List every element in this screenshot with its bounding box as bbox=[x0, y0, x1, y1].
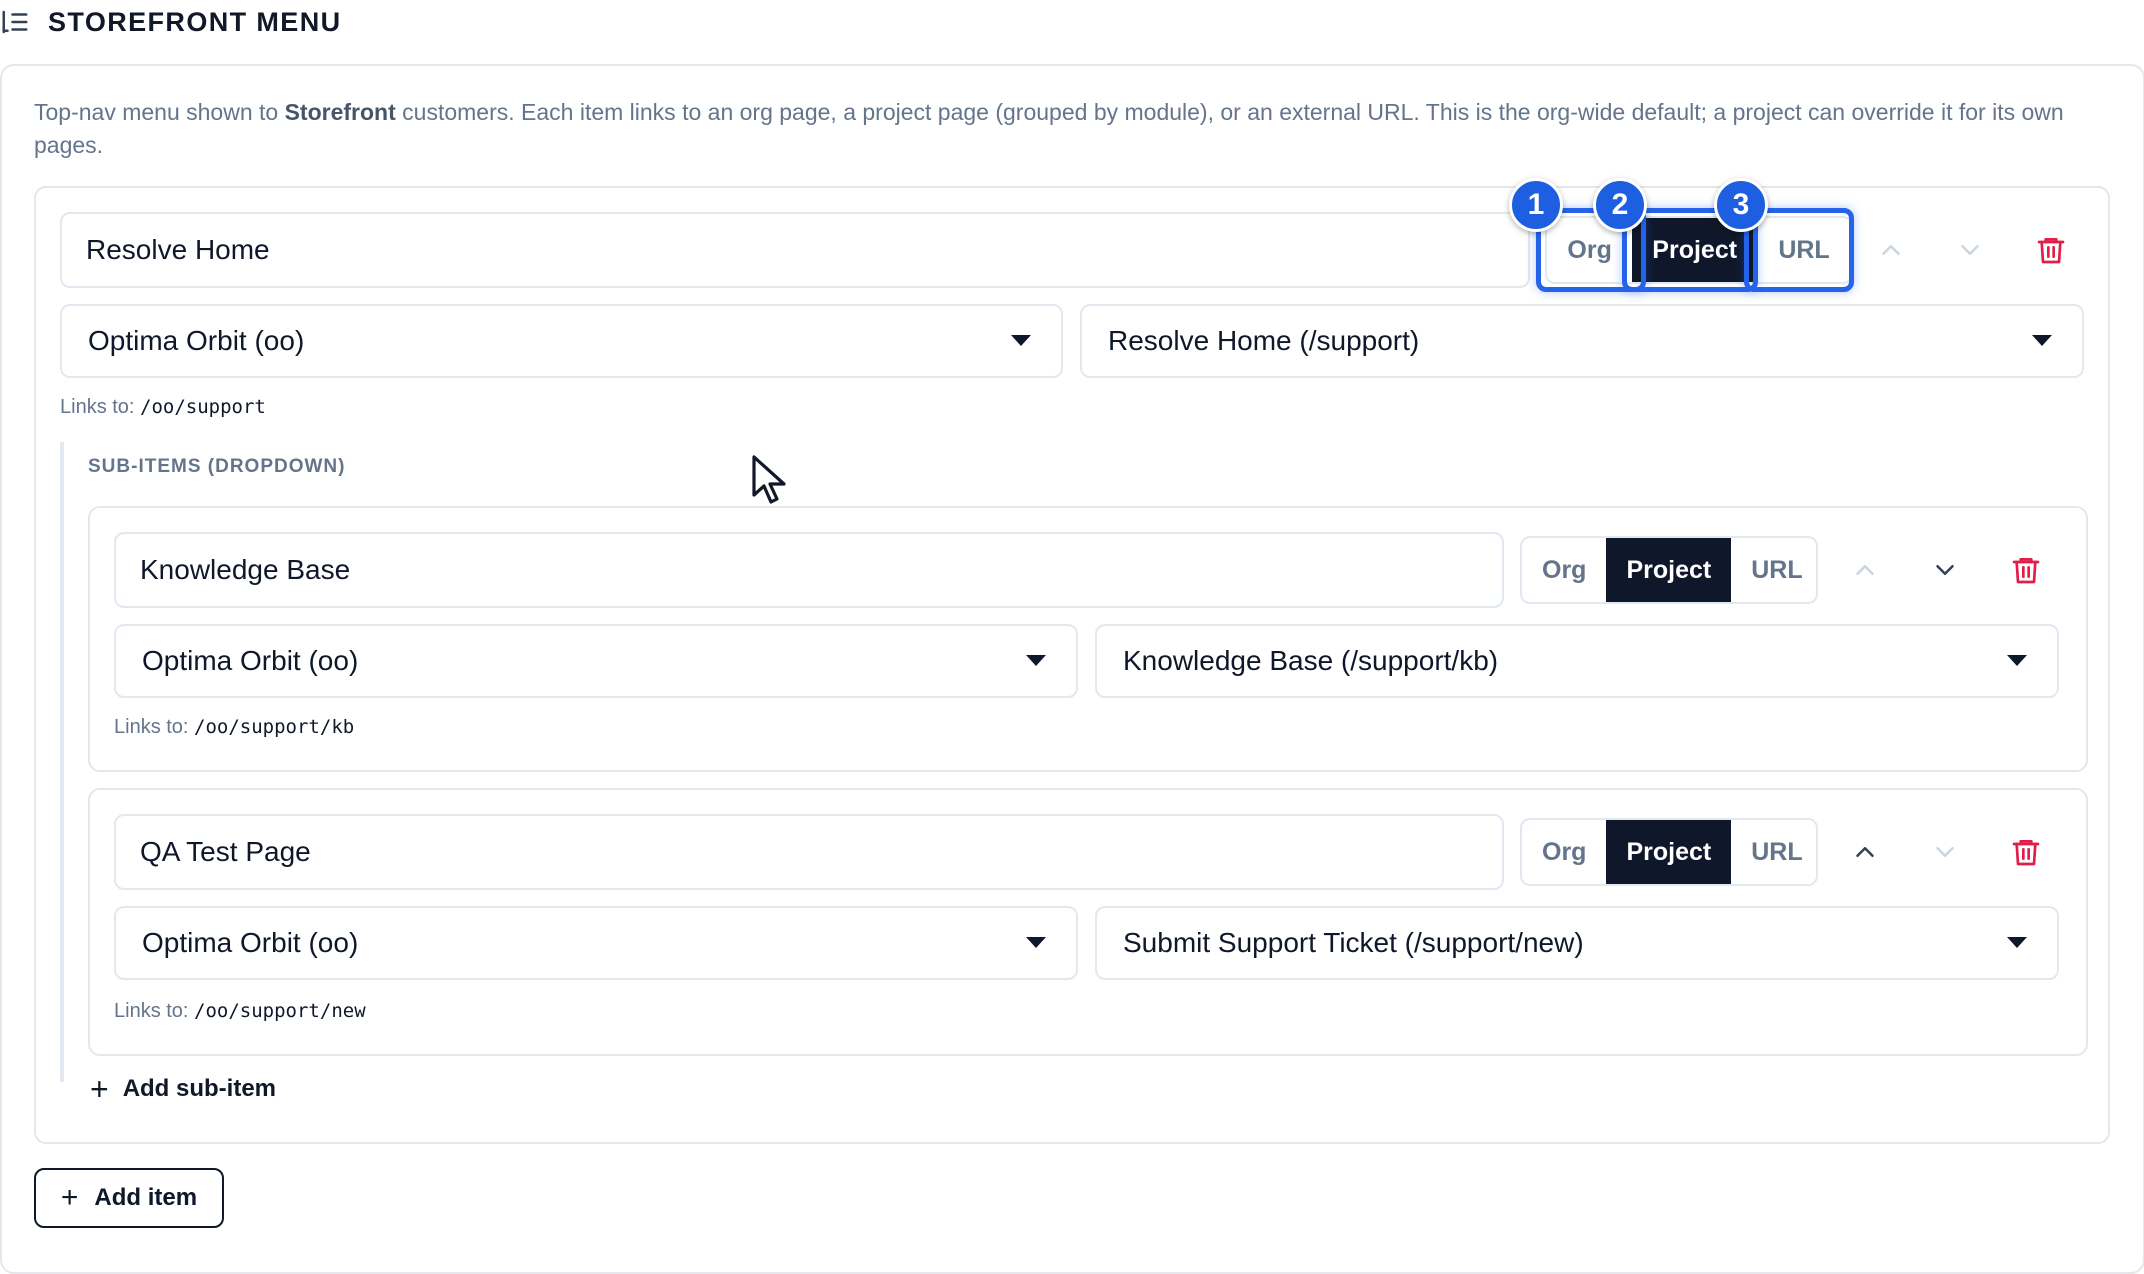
section-header: STOREFRONT MENU bbox=[0, 0, 2144, 44]
annotation-badge: 3 bbox=[1714, 178, 1768, 232]
add-item-button[interactable]: + Add item bbox=[34, 1168, 224, 1228]
item-label-input[interactable]: Resolve Home bbox=[60, 212, 1530, 288]
toggle-org[interactable]: Org bbox=[1522, 538, 1606, 602]
list-indent-icon bbox=[2, 10, 28, 34]
caret-down-icon bbox=[2007, 937, 2027, 948]
project-select[interactable]: Optima Orbit (oo) bbox=[114, 624, 1078, 698]
link-preview: Links to: /oo/support bbox=[60, 396, 266, 418]
delete-item-icon[interactable] bbox=[2035, 233, 2067, 267]
plus-icon: + bbox=[90, 1071, 109, 1107]
move-up-icon[interactable] bbox=[1850, 837, 1880, 867]
link-type-toggle: Org Project URL bbox=[1520, 536, 1818, 604]
caret-down-icon bbox=[2007, 655, 2027, 666]
page-select[interactable]: Submit Support Ticket (/support/new) bbox=[1095, 906, 2059, 980]
link-preview: Links to: /oo/support/new bbox=[114, 1000, 366, 1022]
page-select[interactable]: Resolve Home (/support) bbox=[1080, 304, 2084, 378]
subitems-rail bbox=[60, 442, 64, 1082]
subitem-label-input[interactable]: QA Test Page bbox=[114, 814, 1504, 890]
caret-down-icon bbox=[1026, 655, 1046, 666]
project-select[interactable]: Optima Orbit (oo) bbox=[60, 304, 1063, 378]
move-down-icon[interactable] bbox=[1930, 555, 1960, 585]
move-up-icon[interactable] bbox=[1850, 555, 1880, 585]
annotation-badge: 2 bbox=[1593, 178, 1647, 232]
link-type-toggle: Org Project URL bbox=[1520, 818, 1818, 886]
toggle-url[interactable]: URL bbox=[1731, 820, 1816, 884]
link-preview: Links to: /oo/support/kb bbox=[114, 716, 355, 738]
toggle-url[interactable]: URL bbox=[1731, 538, 1816, 602]
project-select[interactable]: Optima Orbit (oo) bbox=[114, 906, 1078, 980]
page-select[interactable]: Knowledge Base (/support/kb) bbox=[1095, 624, 2059, 698]
move-up-icon[interactable] bbox=[1876, 235, 1906, 265]
toggle-project[interactable]: Project bbox=[1606, 538, 1732, 602]
toggle-org[interactable]: Org bbox=[1522, 820, 1606, 884]
move-down-icon[interactable] bbox=[1955, 235, 1985, 265]
caret-down-icon bbox=[2032, 335, 2052, 346]
subitem-label-input[interactable]: Knowledge Base bbox=[114, 532, 1504, 608]
toggle-project[interactable]: Project bbox=[1606, 820, 1732, 884]
section-title: STOREFRONT MENU bbox=[48, 6, 342, 37]
caret-down-icon bbox=[1011, 335, 1031, 346]
caret-down-icon bbox=[1026, 937, 1046, 948]
delete-subitem-icon[interactable] bbox=[2010, 835, 2042, 869]
menu-description: Top-nav menu shown to Storefront custome… bbox=[34, 99, 2064, 158]
delete-subitem-icon[interactable] bbox=[2010, 553, 2042, 587]
mouse-cursor-icon bbox=[752, 455, 786, 504]
move-down-icon[interactable] bbox=[1930, 837, 1960, 867]
plus-icon: + bbox=[60, 1181, 79, 1214]
subitems-heading: SUB-ITEMS (DROPDOWN) bbox=[88, 456, 346, 477]
add-subitem-button[interactable]: + Add sub-item bbox=[90, 1073, 276, 1105]
annotation-badge: 1 bbox=[1509, 178, 1563, 232]
